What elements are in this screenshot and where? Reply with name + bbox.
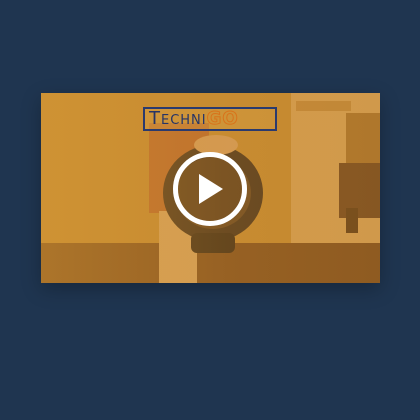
logo-accent-text: GO [206, 108, 239, 129]
play-icon [199, 174, 223, 204]
logo-main-text: Techni [149, 108, 207, 129]
techni-go-logo: Techni GO [143, 107, 277, 131]
page-background: Techni GO [0, 0, 420, 420]
play-button[interactable] [173, 152, 247, 226]
video-thumbnail[interactable]: Techni GO [41, 93, 380, 283]
